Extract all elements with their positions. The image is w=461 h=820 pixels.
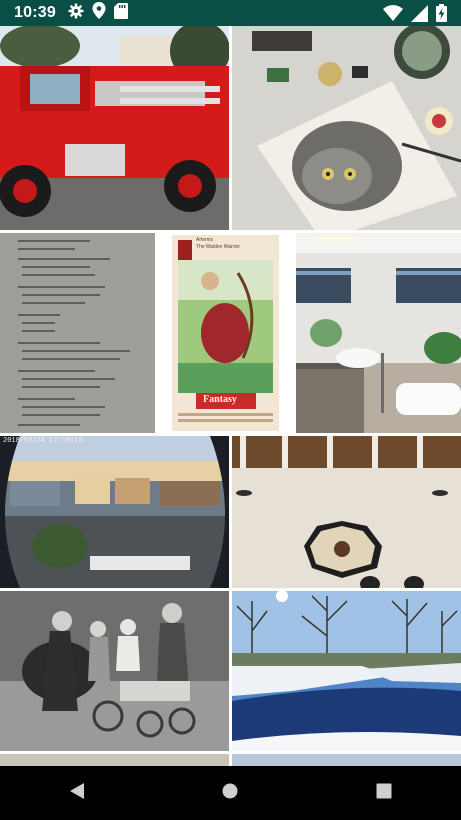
home-icon bbox=[222, 783, 238, 804]
card-subtitle: Artemis bbox=[196, 237, 213, 243]
partial-photo-right[interactable] bbox=[232, 754, 461, 766]
recents-button[interactable] bbox=[354, 773, 414, 813]
tarot-card-archer-photo[interactable]: Artemis The Maiden Warrior Fantasy bbox=[158, 233, 293, 433]
recents-icon bbox=[376, 783, 392, 804]
photo-grid: Artemis The Maiden Warrior Fantasy 2018/… bbox=[0, 26, 461, 766]
fisheye-town-photo[interactable]: 2018/03/24 17:19:10 bbox=[0, 436, 229, 588]
handwritten-menu-photo[interactable] bbox=[0, 233, 155, 433]
status-bar: 10:39 bbox=[0, 0, 461, 26]
back-icon bbox=[68, 782, 86, 805]
home-button[interactable] bbox=[200, 773, 260, 813]
location-pin-icon bbox=[92, 2, 106, 24]
marble-hall-photo[interactable] bbox=[232, 436, 461, 588]
status-time: 10:39 bbox=[14, 4, 56, 21]
gear-icon bbox=[68, 3, 84, 24]
camera-timestamp: 2018/03/24 17:19:10 bbox=[3, 437, 83, 445]
navigation-bar bbox=[0, 766, 461, 820]
fire-truck-photo[interactable] bbox=[0, 26, 229, 230]
watercolor-cat-photo[interactable] bbox=[232, 26, 461, 230]
signal-icon bbox=[411, 4, 428, 27]
back-button[interactable] bbox=[47, 773, 107, 813]
partial-photo-left[interactable] bbox=[0, 754, 229, 766]
bathroom-photo[interactable] bbox=[296, 233, 461, 433]
wifi-icon bbox=[383, 4, 403, 27]
sd-card-icon bbox=[113, 2, 128, 24]
battery-charging-icon bbox=[436, 4, 447, 27]
card-logo: Fantasy bbox=[203, 394, 237, 405]
card-title: The Maiden Warrior bbox=[196, 244, 240, 250]
vintage-children-photo[interactable] bbox=[0, 591, 229, 751]
winter-creek-photo[interactable] bbox=[232, 591, 461, 751]
